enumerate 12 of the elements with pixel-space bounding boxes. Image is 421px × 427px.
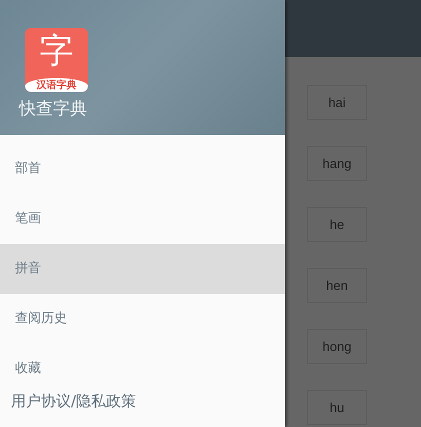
- app-name: 快查字典: [19, 98, 87, 120]
- pinyin-button[interactable]: hai: [307, 85, 367, 120]
- menu-item[interactable]: 部首: [0, 144, 285, 194]
- pinyin-button[interactable]: hang: [307, 146, 367, 181]
- menu-item[interactable]: 查阅历史: [0, 294, 285, 344]
- pinyin-button[interactable]: hong: [307, 329, 367, 364]
- menu-item[interactable]: 笔画: [0, 194, 285, 244]
- pinyin-button[interactable]: he: [307, 207, 367, 242]
- menu-item[interactable]: 拼音: [0, 244, 285, 294]
- app-icon: 字 汉语字典: [25, 28, 88, 92]
- pinyin-button[interactable]: hu: [307, 390, 367, 425]
- pinyin-button[interactable]: hen: [307, 268, 367, 303]
